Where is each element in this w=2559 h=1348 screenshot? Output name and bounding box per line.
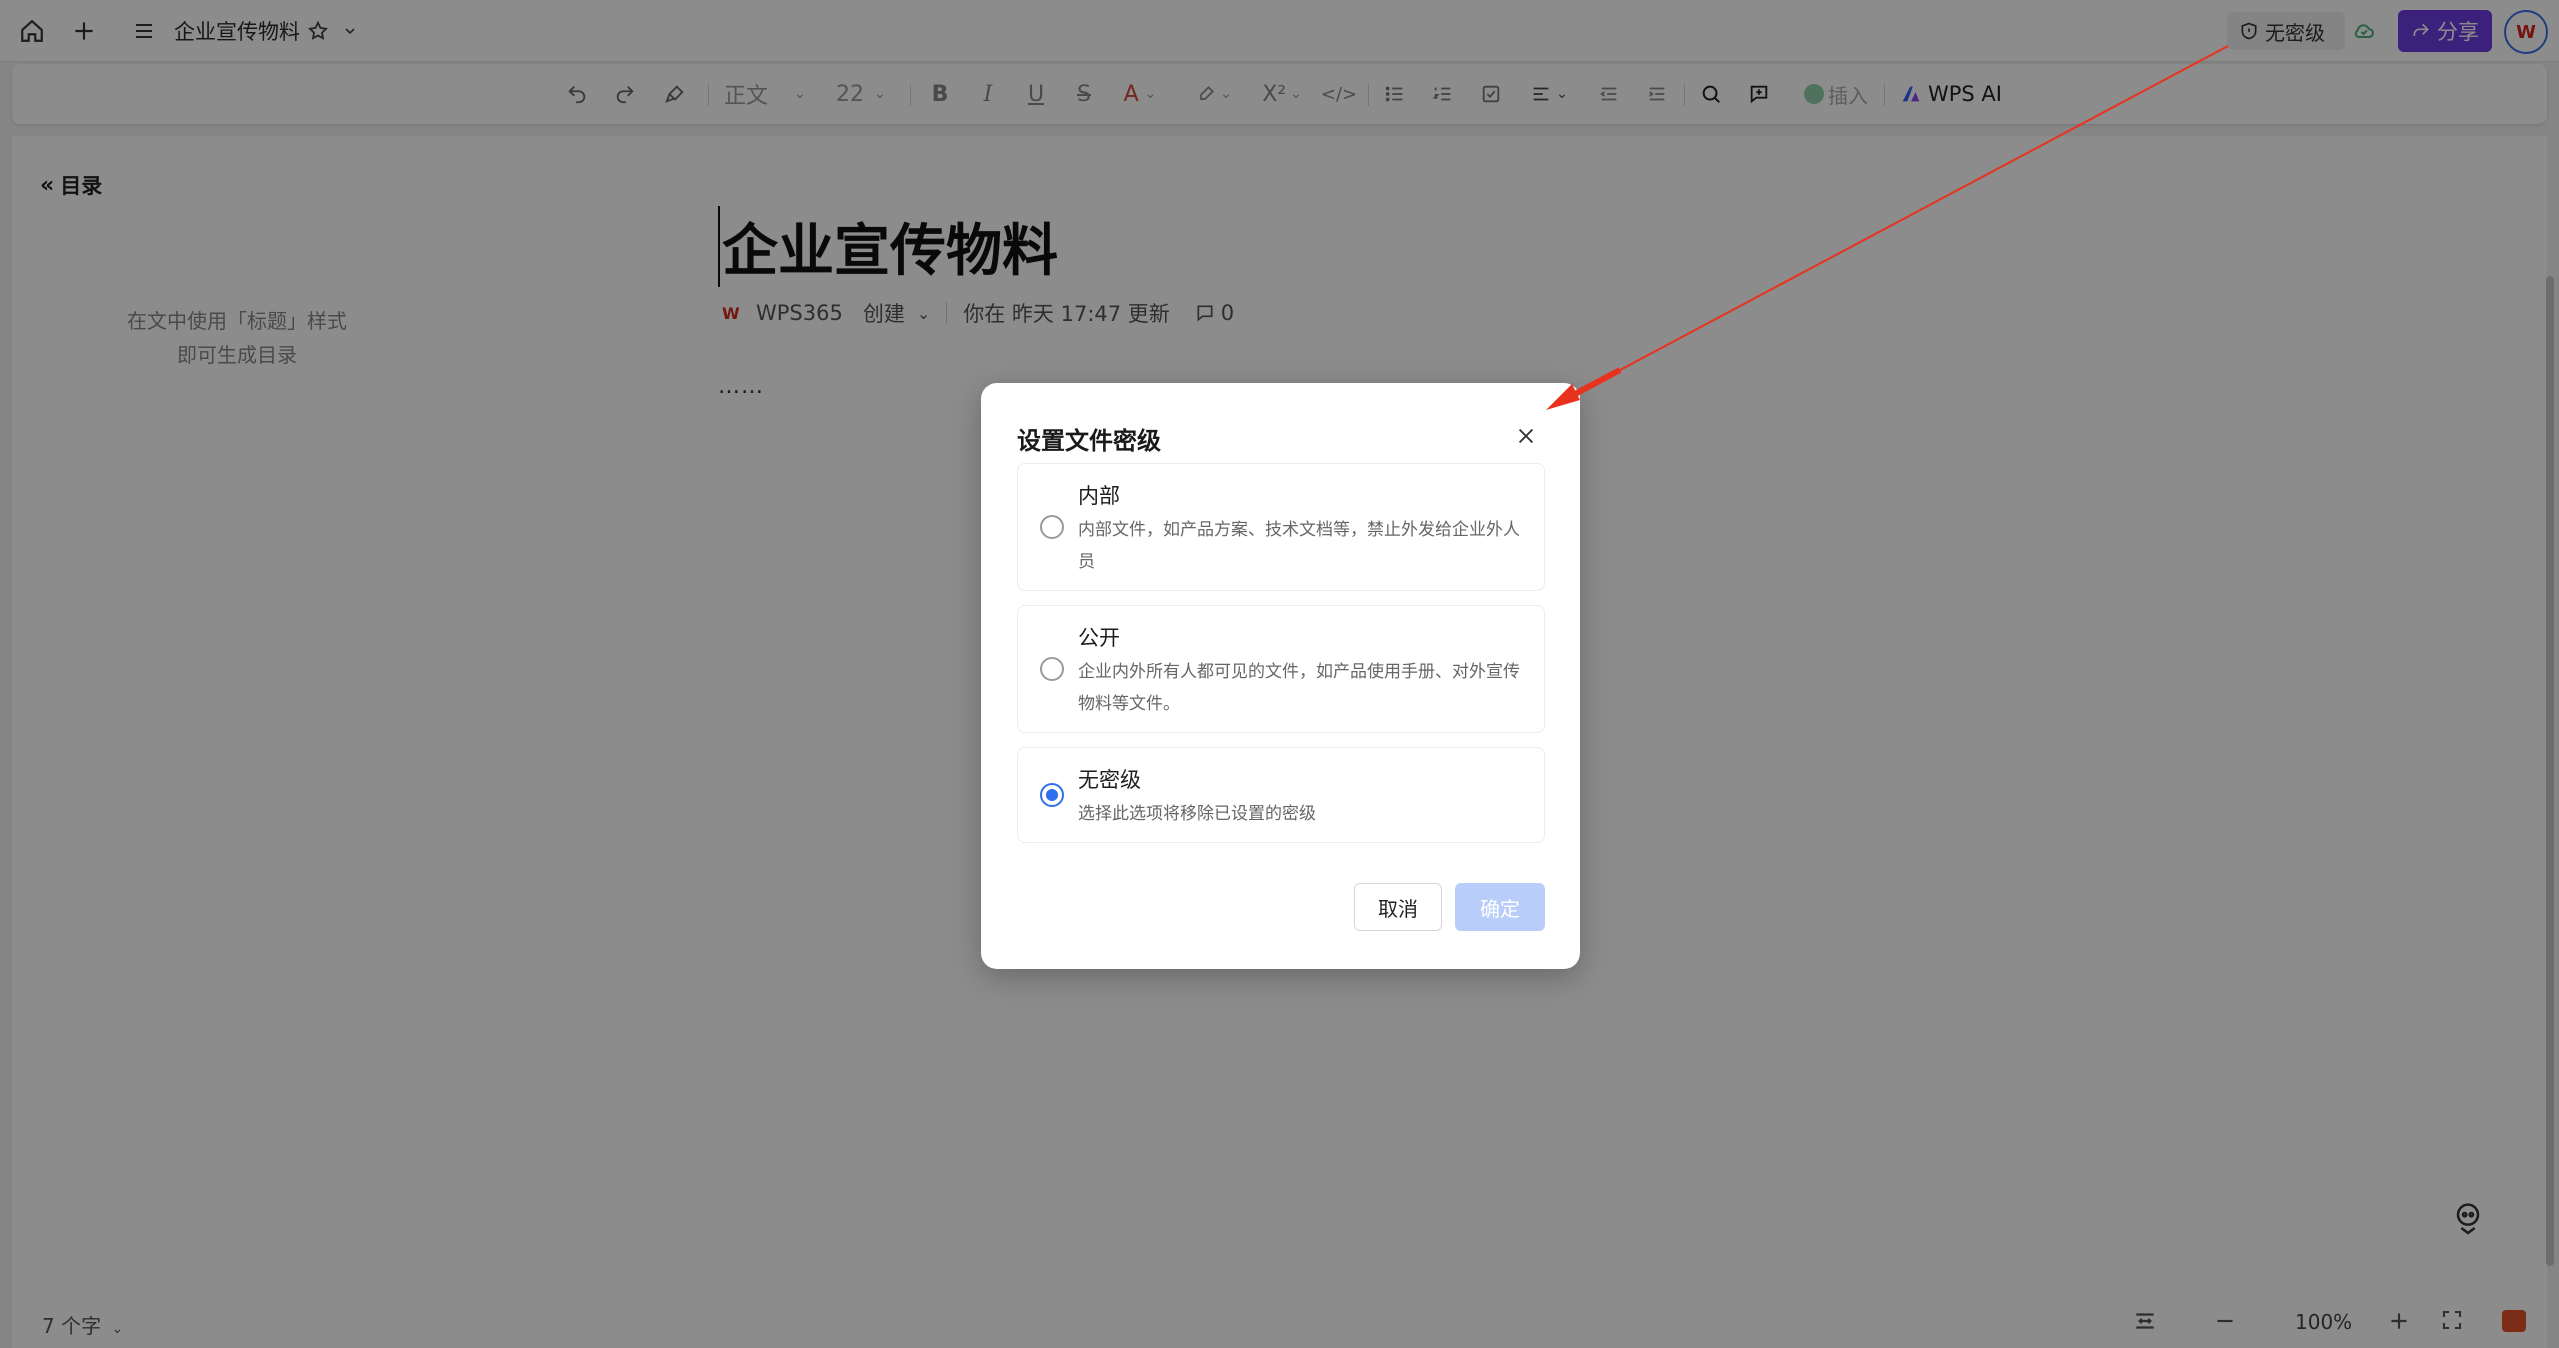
- option-desc: 选择此选项将移除已设置的密级: [1078, 804, 1316, 824]
- option-title: 公开: [1078, 626, 1120, 650]
- option-title: 内部: [1078, 484, 1120, 508]
- radio-public[interactable]: [1040, 657, 1064, 681]
- option-title: 无密级: [1078, 768, 1141, 792]
- option-desc: 内部文件，如产品方案、技术文档等，禁止外发给企业外人员: [1078, 520, 1520, 572]
- close-icon[interactable]: [1511, 421, 1541, 451]
- option-desc: 企业内外所有人都可见的文件，如产品使用手册、对外宣传物料等文件。: [1078, 662, 1520, 714]
- radio-none[interactable]: [1040, 783, 1064, 807]
- dialog-title: 设置文件密级: [1017, 427, 1161, 455]
- cancel-button[interactable]: 取消: [1354, 883, 1442, 931]
- confirm-button[interactable]: 确定: [1455, 883, 1545, 931]
- security-level-dialog: 设置文件密级 内部 内部文件，如产品方案、技术文档等，禁止外发给企业外人员 公开…: [981, 383, 1580, 969]
- radio-internal[interactable]: [1040, 515, 1064, 539]
- option-internal[interactable]: 内部 内部文件，如产品方案、技术文档等，禁止外发给企业外人员: [1017, 463, 1545, 591]
- option-none[interactable]: 无密级 选择此选项将移除已设置的密级: [1017, 747, 1545, 843]
- option-public[interactable]: 公开 企业内外所有人都可见的文件，如产品使用手册、对外宣传物料等文件。: [1017, 605, 1545, 733]
